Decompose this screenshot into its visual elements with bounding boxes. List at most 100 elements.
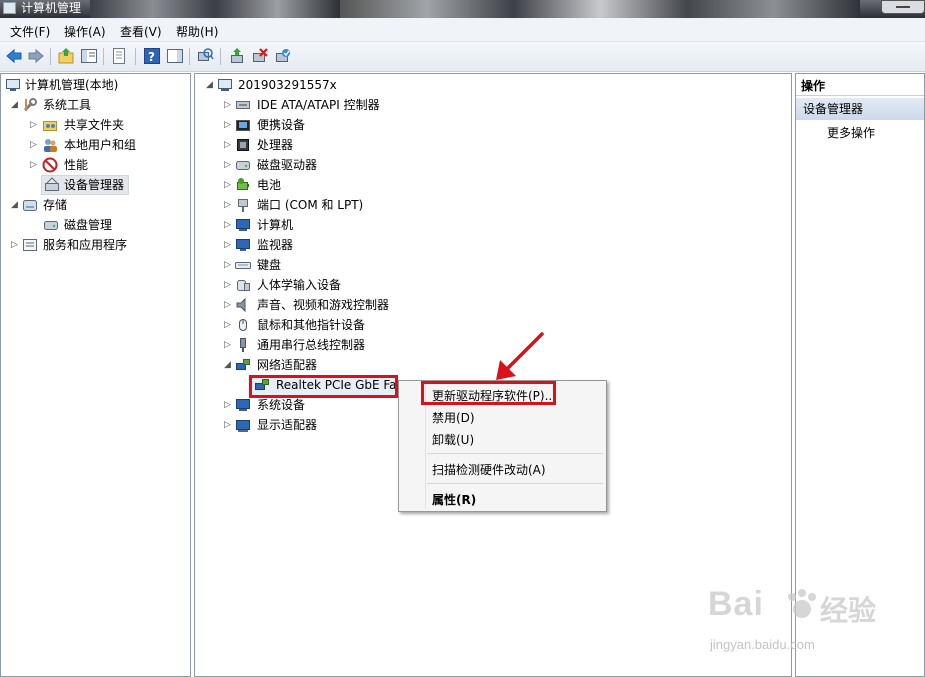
device-category-label: 便携设备 bbox=[257, 118, 306, 132]
expand-arrow-icon[interactable]: ▷ bbox=[10, 235, 19, 255]
forward-arrow-icon[interactable] bbox=[27, 47, 45, 65]
tree-item-label: 服务和应用程序 bbox=[43, 238, 128, 252]
device-tree-root[interactable]: ◢ 201903291557x bbox=[205, 75, 405, 95]
device-category-ports[interactable]: ▷ 端口 (COM 和 LPT) bbox=[223, 195, 523, 215]
expand-arrow-icon[interactable]: ▷ bbox=[223, 95, 232, 115]
services-icon bbox=[23, 239, 37, 251]
window-title: 计算机管理 bbox=[21, 1, 82, 15]
help-icon[interactable]: ? bbox=[143, 47, 161, 65]
device-category-mice[interactable]: ▷ 鼠标和其他指针设备 bbox=[223, 315, 523, 335]
properties-sheet-icon[interactable] bbox=[110, 47, 128, 65]
device-category-label: 监视器 bbox=[257, 238, 294, 252]
title-bar: 计算机管理 bbox=[0, 0, 925, 18]
tree-item-shared-folders[interactable]: ▷ 共享文件夹 bbox=[29, 115, 189, 135]
computer-icon bbox=[218, 79, 232, 91]
menu-item-disable[interactable]: 禁用(D) bbox=[432, 409, 475, 426]
actions-section-device-manager[interactable]: 设备管理器 bbox=[796, 98, 924, 120]
toolbar-separator bbox=[103, 48, 104, 65]
expand-arrow-icon[interactable]: ▷ bbox=[223, 395, 232, 415]
red-arrow-annotation bbox=[496, 332, 544, 380]
device-category-network[interactable]: ◢ 网络适配器 bbox=[223, 355, 523, 375]
device-category-hid[interactable]: ▷ 人体学输入设备 bbox=[223, 275, 523, 295]
expand-arrow-icon[interactable]: ▷ bbox=[29, 155, 38, 175]
storage-icon bbox=[23, 200, 37, 211]
device-category-monitors[interactable]: ▷ 监视器 bbox=[223, 235, 523, 255]
tree-item-storage[interactable]: ◢ 存储 bbox=[10, 195, 190, 215]
menu-item-properties[interactable]: 属性(R) bbox=[432, 491, 476, 508]
device-category-label: 处理器 bbox=[257, 138, 294, 152]
minimize-button[interactable] bbox=[881, 0, 925, 14]
tree-root[interactable]: 计算机管理(本地) bbox=[4, 75, 189, 95]
expand-arrow-icon[interactable]: ▷ bbox=[29, 115, 38, 135]
menu-item-scan-hardware[interactable]: 扫描检测硬件改动(A) bbox=[432, 461, 546, 478]
performance-icon bbox=[42, 157, 58, 173]
hid-icon bbox=[237, 280, 250, 291]
ide-controller-icon bbox=[236, 101, 250, 109]
menu-file[interactable]: 文件(F) bbox=[10, 23, 50, 40]
menu-action[interactable]: 操作(A) bbox=[64, 23, 106, 40]
computer-icon bbox=[236, 219, 250, 231]
expand-arrow-icon[interactable]: ▷ bbox=[223, 335, 232, 355]
expand-arrow-icon[interactable]: ▷ bbox=[223, 295, 232, 315]
device-category-sound[interactable]: ▷ 声音、视频和游戏控制器 bbox=[223, 295, 523, 315]
toolbar-separator bbox=[189, 48, 190, 65]
menu-item-uninstall[interactable]: 卸载(U) bbox=[432, 431, 474, 448]
expand-arrow-icon[interactable]: ▷ bbox=[223, 195, 232, 215]
tree-item-services-apps[interactable]: ▷ 服务和应用程序 bbox=[10, 235, 190, 255]
show-action-pane-icon[interactable] bbox=[166, 47, 184, 65]
device-category-label: 显示适配器 bbox=[257, 418, 318, 432]
collapse-arrow-icon[interactable]: ◢ bbox=[223, 355, 232, 375]
keyboard-icon bbox=[235, 262, 251, 269]
expand-arrow-icon[interactable]: ▷ bbox=[223, 115, 232, 135]
portable-device-icon bbox=[236, 120, 250, 131]
toolbar: ? bbox=[0, 42, 925, 72]
tree-item-label: 性能 bbox=[64, 158, 89, 172]
device-category-keyboards[interactable]: ▷ 键盘 bbox=[223, 255, 523, 275]
menu-help[interactable]: 帮助(H) bbox=[176, 23, 218, 40]
scan-hardware-icon[interactable] bbox=[196, 47, 214, 65]
computer-management-icon bbox=[6, 79, 20, 91]
expand-arrow-icon[interactable]: ▷ bbox=[223, 275, 232, 295]
expand-arrow-icon[interactable]: ▷ bbox=[223, 235, 232, 255]
uninstall-device-icon[interactable] bbox=[251, 47, 269, 65]
expand-arrow-icon[interactable]: ▷ bbox=[223, 255, 232, 275]
device-category-computer[interactable]: ▷ 计算机 bbox=[223, 215, 523, 235]
device-category-ide[interactable]: ▷ IDE ATA/ATAPI 控制器 bbox=[223, 95, 523, 115]
up-folder-icon[interactable] bbox=[57, 47, 75, 65]
expand-arrow-icon[interactable]: ▷ bbox=[223, 215, 232, 235]
show-hide-tree-icon[interactable] bbox=[80, 47, 98, 65]
expand-arrow-icon[interactable]: ▷ bbox=[223, 175, 232, 195]
expand-arrow-icon[interactable]: ▷ bbox=[223, 315, 232, 335]
device-category-usb[interactable]: ▷ 通用串行总线控制器 bbox=[223, 335, 523, 355]
tree-item-device-manager[interactable]: 设备管理器 bbox=[41, 175, 129, 195]
expand-arrow-icon[interactable]: ▷ bbox=[223, 135, 232, 155]
device-category-portable[interactable]: ▷ 便携设备 bbox=[223, 115, 523, 135]
console-tree-pane: 计算机管理(本地) ◢ 系统工具 ▷ 共享文件夹 ▷ 本地用户和组 ▷ 性能 设… bbox=[0, 73, 191, 677]
tree-item-local-users[interactable]: ▷ 本地用户和组 bbox=[29, 135, 189, 155]
collapse-arrow-icon[interactable]: ◢ bbox=[10, 195, 19, 215]
update-driver-icon[interactable] bbox=[228, 47, 246, 65]
expand-arrow-icon[interactable]: ▷ bbox=[223, 155, 232, 175]
device-category-label: 人体学输入设备 bbox=[257, 278, 342, 292]
back-arrow-icon[interactable] bbox=[5, 47, 23, 65]
menu-separator bbox=[427, 483, 603, 484]
device-category-processor[interactable]: ▷ 处理器 bbox=[223, 135, 523, 155]
tree-item-disk-management[interactable]: 磁盘管理 bbox=[41, 215, 171, 235]
tree-item-system-tools[interactable]: ◢ 系统工具 bbox=[10, 95, 190, 115]
enable-device-icon[interactable] bbox=[274, 47, 292, 65]
collapse-arrow-icon[interactable]: ◢ bbox=[10, 95, 19, 115]
collapse-arrow-icon[interactable]: ◢ bbox=[205, 75, 214, 95]
blurred-background bbox=[90, 0, 340, 18]
device-category-label: 网络适配器 bbox=[257, 358, 318, 372]
expand-arrow-icon[interactable]: ▷ bbox=[223, 415, 232, 435]
device-category-disk-drives[interactable]: ▷ 磁盘驱动器 bbox=[223, 155, 523, 175]
baidu-watermark: Bai 经验 jingyan.baidu.com bbox=[700, 575, 920, 675]
tree-root-label: 计算机管理(本地) bbox=[25, 78, 119, 92]
menu-view[interactable]: 查看(V) bbox=[120, 23, 162, 40]
toolbar-separator bbox=[220, 48, 221, 65]
tree-item-performance[interactable]: ▷ 性能 bbox=[29, 155, 189, 175]
expand-arrow-icon[interactable]: ▷ bbox=[29, 135, 38, 155]
device-category-battery[interactable]: ▷ 电池 bbox=[223, 175, 523, 195]
speaker-icon bbox=[236, 297, 246, 313]
more-actions-link[interactable]: 更多操作 bbox=[827, 124, 875, 142]
